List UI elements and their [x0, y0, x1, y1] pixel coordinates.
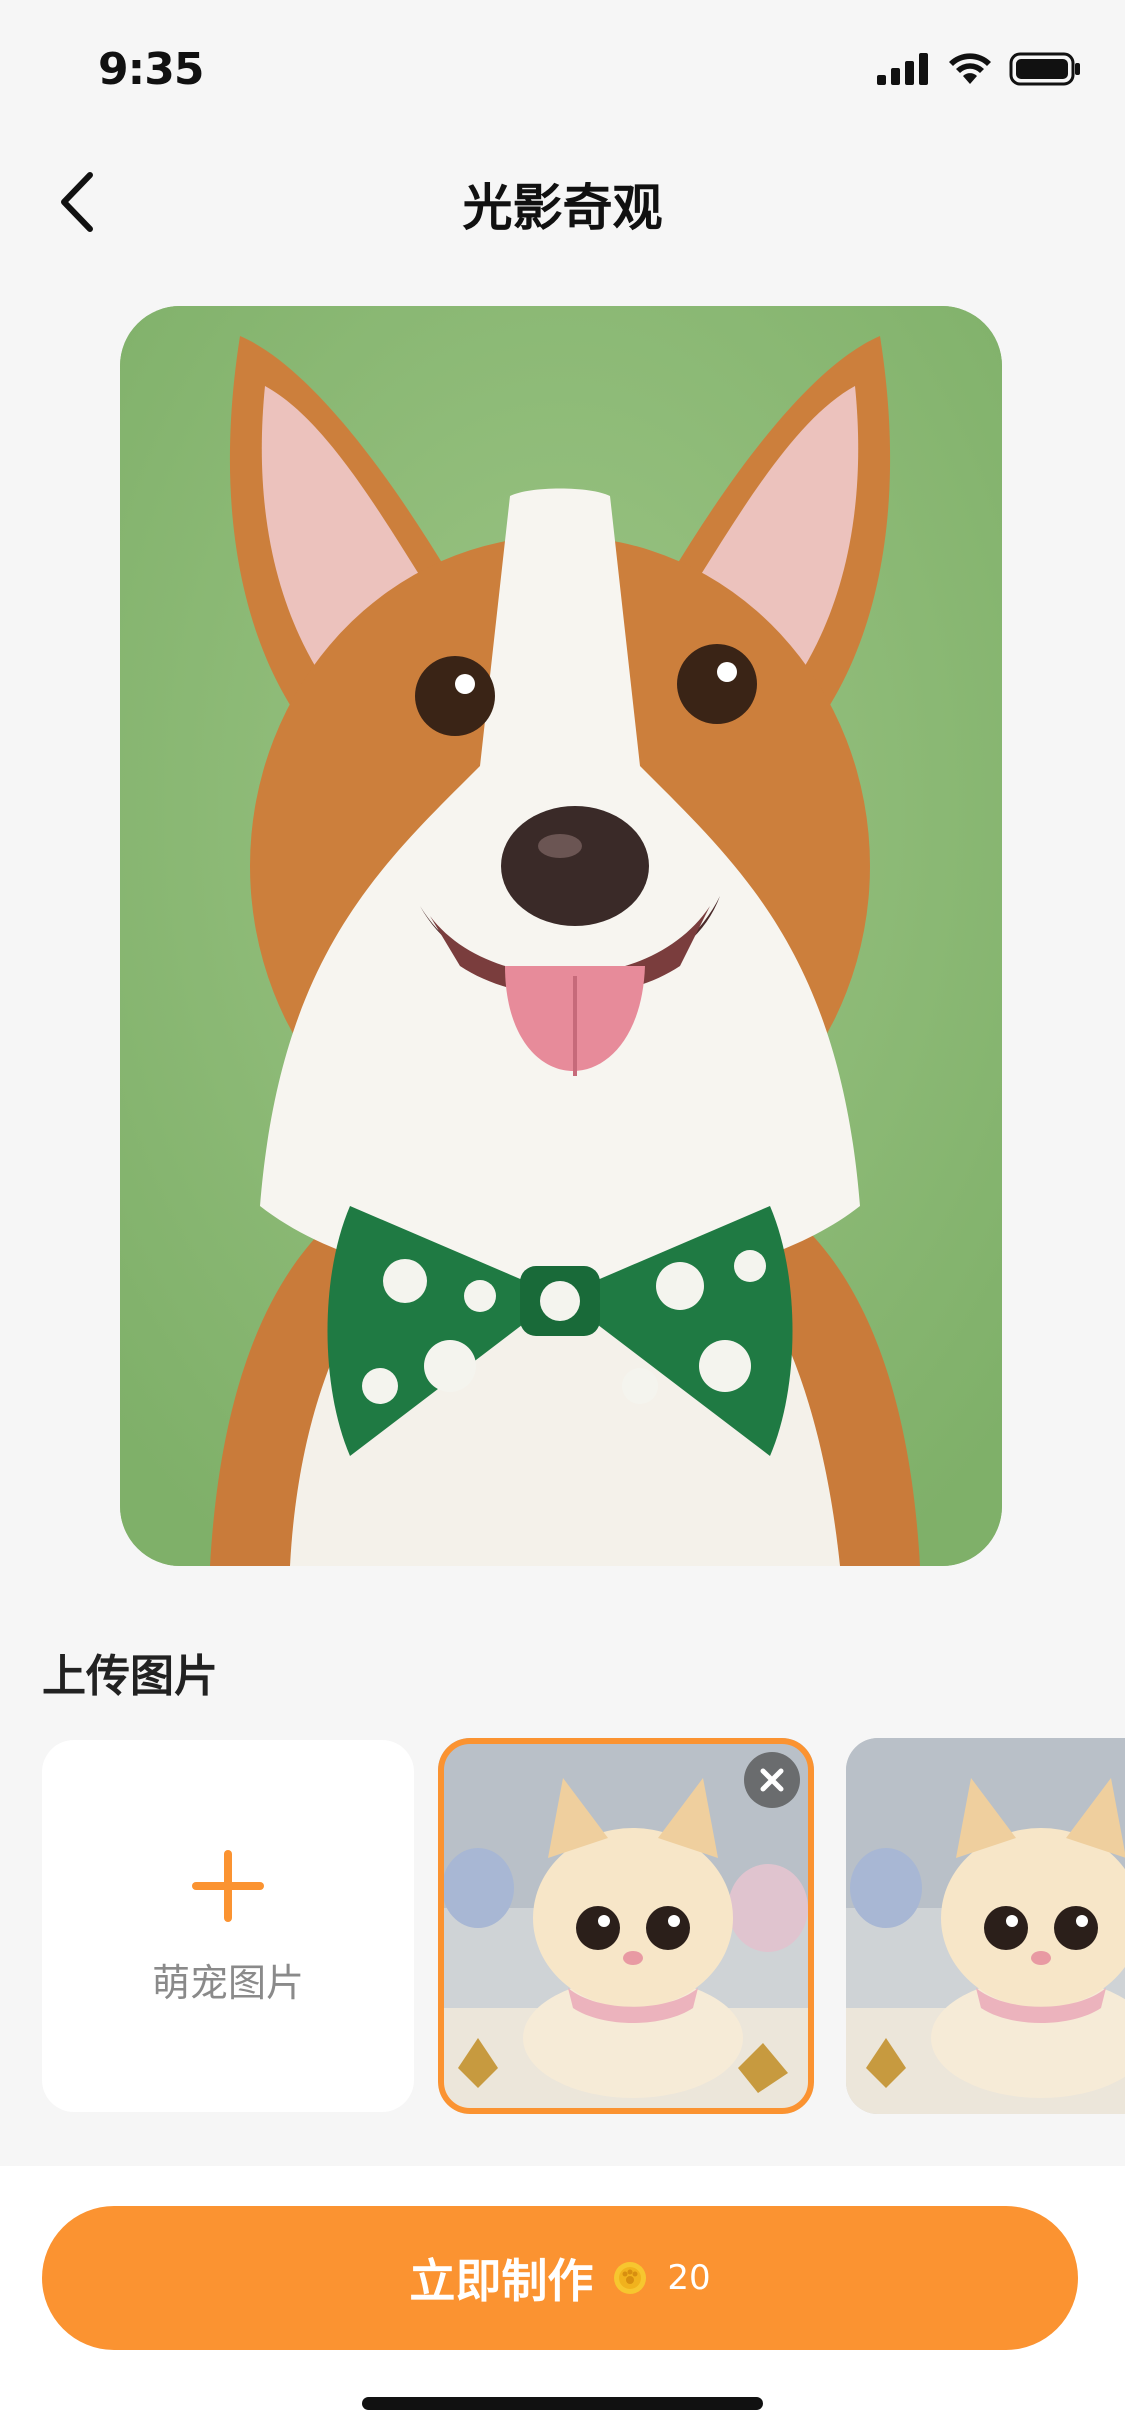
wifi-icon — [949, 53, 991, 84]
page-title: 光影奇观 — [462, 179, 663, 237]
remove-image-button[interactable] — [744, 1752, 800, 1808]
add-pet-image-button[interactable]: 萌宠图片 — [42, 1740, 414, 2112]
preview-image — [120, 306, 1002, 1566]
upload-thumbnail-row[interactable]: 萌宠图片 — [0, 1738, 1125, 2118]
cost-amount: 20 — [667, 2258, 711, 2298]
kitten-photo — [846, 1738, 1125, 2114]
status-time: 9:35 — [98, 44, 204, 95]
status-icons — [877, 52, 1081, 86]
upload-section-title: 上传图片 — [42, 1651, 218, 1702]
add-pet-image-label: 萌宠图片 — [151, 1961, 304, 2005]
nav-bar: 光影奇观 — [0, 140, 1125, 260]
plus-icon — [192, 1850, 264, 1922]
battery-icon — [1009, 52, 1080, 86]
uploaded-thumbnail-selected[interactable] — [438, 1738, 814, 2114]
make-now-button[interactable]: 立即制作 20 — [42, 2206, 1078, 2350]
close-icon — [760, 1768, 784, 1792]
corgi-photo — [120, 306, 1002, 1566]
bottom-action-bar: 立即制作 20 — [0, 2166, 1125, 2436]
status-bar: 9:35 — [0, 0, 1125, 140]
cellular-signal-icon — [877, 53, 928, 85]
uploaded-thumbnail[interactable] — [846, 1738, 1125, 2114]
home-indicator — [362, 2397, 763, 2410]
make-now-label: 立即制作 — [409, 2254, 594, 2308]
coin-icon — [614, 2262, 647, 2294]
